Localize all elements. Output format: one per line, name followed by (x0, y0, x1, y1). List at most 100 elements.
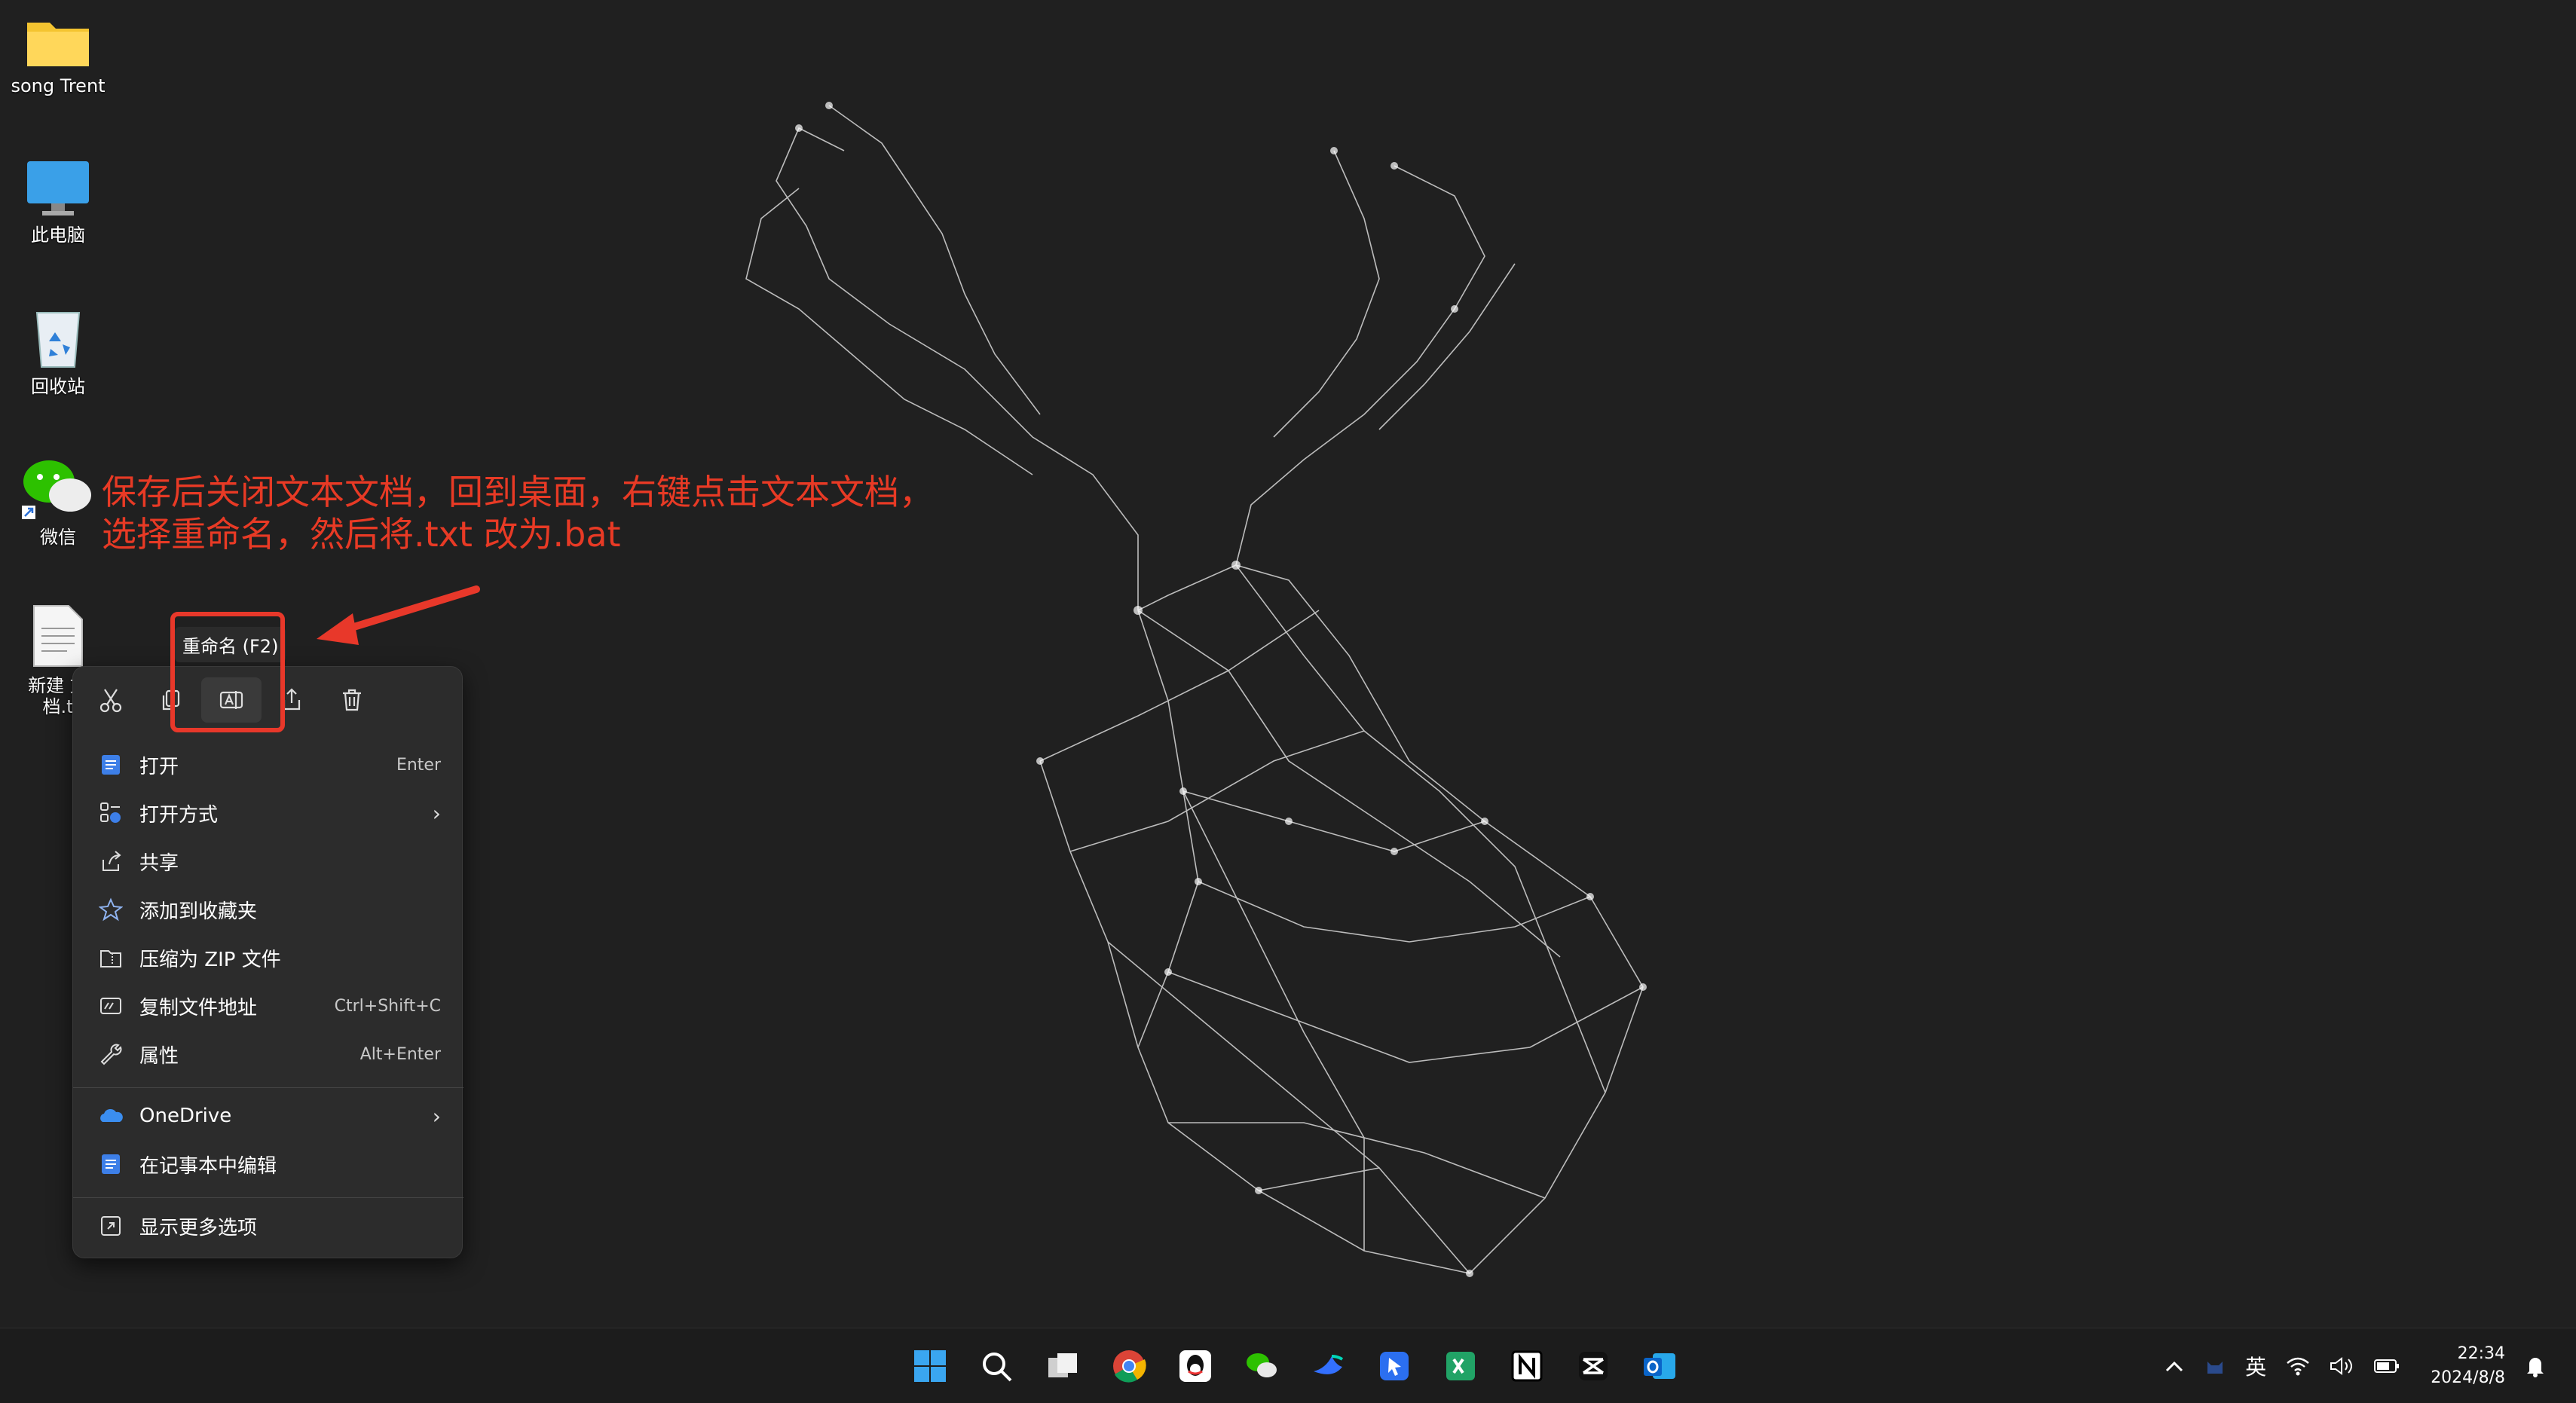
system-tray: 英 22:34 2024/8/8 (2144, 1328, 2546, 1403)
outlook-icon (1644, 1353, 1675, 1379)
menu-item-label: 打开 (139, 755, 179, 778)
desktop-icon-folder[interactable]: song Trent (2, 15, 115, 96)
menu-item-open-with[interactable]: 打开方式 › (82, 790, 454, 836)
wechat-icon (1247, 1353, 1277, 1377)
monitor-icon (27, 161, 89, 215)
volume-button[interactable] (2330, 1356, 2354, 1376)
bell-icon (2527, 1358, 2544, 1377)
menu-item-properties[interactable]: 属性 Alt+Enter (82, 1032, 454, 1077)
taskbar-apps (897, 1339, 1693, 1393)
menu-item-label: 显示更多选项 (139, 1216, 258, 1239)
delete-button[interactable] (322, 677, 382, 723)
wechat-button[interactable] (1228, 1339, 1295, 1393)
menu-separator (73, 1087, 463, 1088)
terminal-icon (1446, 1352, 1475, 1380)
menu-item-label: 复制文件地址 (139, 996, 258, 1019)
show-hidden-icons-button[interactable] (2164, 1359, 2185, 1374)
menu-item-label: 压缩为 ZIP 文件 (139, 948, 281, 971)
desktop-icon-recycle-bin[interactable]: 回收站 (2, 305, 115, 397)
task-view-button[interactable] (1029, 1339, 1096, 1393)
wifi-button[interactable] (2286, 1356, 2310, 1376)
share-icon (283, 688, 301, 711)
menu-item-more-options[interactable]: 显示更多选项 (82, 1203, 454, 1249)
qq-button[interactable] (1162, 1339, 1228, 1393)
start-button[interactable] (897, 1339, 963, 1393)
search-button[interactable] (963, 1339, 1029, 1393)
cut-button[interactable] (81, 677, 141, 723)
desktop-icon-label: 回收站 (31, 376, 85, 397)
capcut-button[interactable] (1560, 1339, 1626, 1393)
desktop-icon-this-pc[interactable]: 此电脑 (2, 158, 115, 246)
start-icon (914, 1350, 946, 1382)
battery-icon (2374, 1359, 2400, 1373)
deer-wallpaper (745, 102, 1647, 1277)
task-view-icon (1048, 1353, 1077, 1377)
notion-button[interactable] (1494, 1339, 1560, 1393)
battery-button[interactable] (2373, 1358, 2400, 1374)
capcut-icon (1579, 1352, 1608, 1380)
menu-item-open[interactable]: 打开 Enter (82, 742, 454, 787)
menu-item-label: 在记事本中编辑 (139, 1154, 277, 1178)
notification-button[interactable] (2525, 1355, 2546, 1377)
tutorial-annotation: 保存后关闭文本文档，回到桌面，右键点击文本文档， 选择重命名，然后将.txt 改… (102, 471, 934, 555)
context-menu: 打开 Enter 打开方式 › 共享 添加到收藏夹 压缩为 ZIP 文件 复制文… (72, 666, 463, 1258)
chevron-up-icon (2166, 1361, 2183, 1372)
desktop-icon-label: 此电脑 (31, 225, 85, 246)
copy-path-icon (96, 991, 126, 1021)
menu-item-add-favorites[interactable]: 添加到收藏夹 (82, 887, 454, 932)
chevron-right-icon: › (432, 800, 441, 826)
wrench-icon (96, 1039, 126, 1069)
rename-button[interactable] (201, 677, 262, 723)
more-options-icon (96, 1211, 126, 1241)
desktop-icon-wechat[interactable]: 微信 (2, 456, 115, 548)
share-button[interactable] (262, 677, 322, 723)
menu-item-label: 共享 (139, 851, 179, 875)
chrome-icon (1113, 1350, 1146, 1383)
qq-icon (1179, 1350, 1211, 1382)
clock-time: 22:34 (2457, 1344, 2505, 1363)
clock[interactable]: 22:34 2024/8/8 (2431, 1342, 2505, 1390)
menu-item-label: 打开方式 (139, 803, 219, 827)
red-arrow-icon (317, 585, 480, 645)
taskbar: 英 22:34 2024/8/8 (0, 1328, 2576, 1403)
menu-item-edit-notepad[interactable]: 在记事本中编辑 (82, 1142, 454, 1187)
menu-item-shortcut: Enter (396, 755, 441, 775)
desktop-icon-label: 微信 (40, 527, 76, 548)
menu-separator (73, 1197, 463, 1198)
annotation-line-1: 保存后关闭文本文档，回到桌面，右键点击文本文档， (102, 472, 934, 512)
notepad-icon (96, 750, 126, 780)
menu-item-label: 属性 (139, 1044, 179, 1068)
pointer-app-icon (1380, 1352, 1409, 1380)
onedrive-icon (96, 1101, 126, 1131)
menu-item-onedrive[interactable]: OneDrive › (82, 1093, 454, 1139)
chrome-button[interactable] (1096, 1339, 1162, 1393)
notepad-icon (96, 1149, 126, 1179)
terminal-button[interactable] (1427, 1339, 1494, 1393)
share-icon (96, 846, 126, 876)
rename-icon (219, 691, 243, 709)
menu-item-shortcut: Alt+Enter (359, 1044, 441, 1064)
outlook-button[interactable] (1626, 1339, 1693, 1393)
feishu-icon (1314, 1355, 1344, 1374)
wechat-icon (22, 460, 91, 519)
star-icon (96, 894, 126, 925)
tray-app-button[interactable] (2204, 1356, 2226, 1377)
menu-item-compress-zip[interactable]: 压缩为 ZIP 文件 (82, 935, 454, 980)
ime-indicator[interactable]: 英 (2245, 1351, 2266, 1381)
copy-icon (162, 689, 180, 711)
clock-date: 2024/8/8 (2431, 1368, 2505, 1387)
menu-item-copy-path[interactable]: 复制文件地址 Ctrl+Shift+C (82, 983, 454, 1029)
feishu-button[interactable] (1295, 1339, 1361, 1393)
menu-item-share[interactable]: 共享 (82, 839, 454, 884)
recycle-bin-icon (35, 312, 81, 368)
text-file-icon (33, 605, 83, 667)
scissors-icon (99, 689, 122, 713)
context-menu-toolbar (81, 677, 382, 723)
zip-icon (96, 943, 126, 973)
menu-item-label: OneDrive (139, 1105, 232, 1127)
pointer-app-button[interactable] (1361, 1339, 1427, 1393)
copy-button[interactable] (141, 677, 201, 723)
volume-icon (2330, 1357, 2353, 1375)
search-icon (983, 1353, 1012, 1382)
trash-icon (343, 689, 361, 711)
